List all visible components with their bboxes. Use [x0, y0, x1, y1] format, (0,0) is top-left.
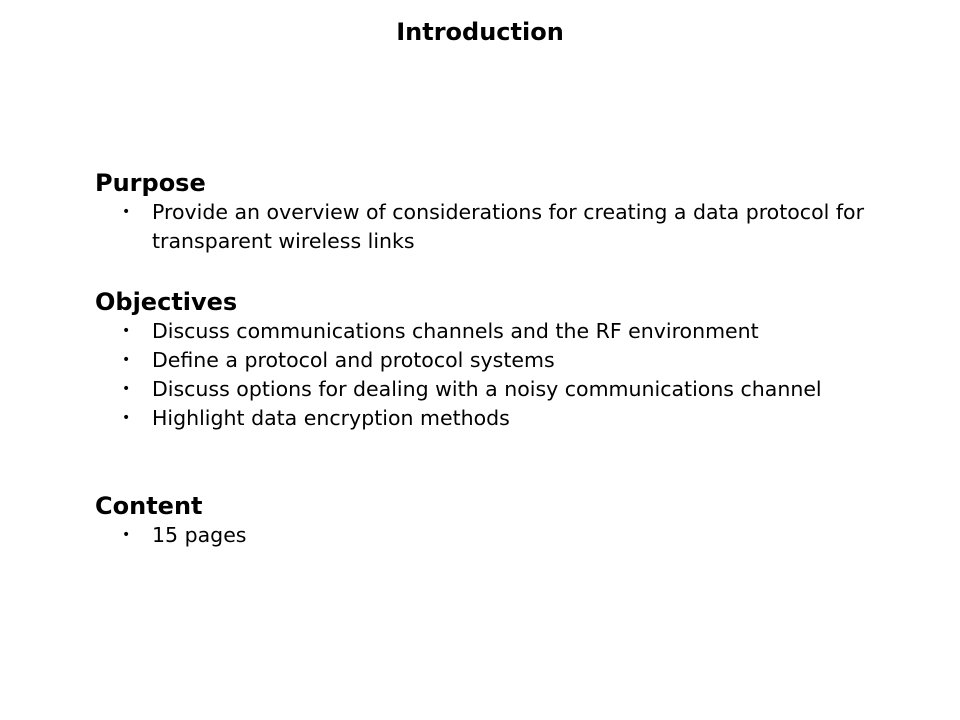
section-objectives: Objectives • Discuss communications chan…	[95, 287, 895, 433]
section-purpose: Purpose • Provide an overview of conside…	[95, 168, 895, 256]
list-item: • Discuss communications channels and th…	[95, 317, 895, 346]
list-item: • Discuss options for dealing with a noi…	[95, 375, 895, 404]
list-item-text: Discuss options for dealing with a noisy…	[152, 377, 822, 401]
bullet-icon: •	[122, 204, 131, 220]
list-item: • Provide an overview of considerations …	[95, 198, 895, 256]
list-item: • 15 pages	[95, 521, 895, 550]
section-heading: Objectives	[95, 288, 238, 316]
list-item-text: Define a protocol and protocol systems	[152, 348, 555, 372]
bullet-list: • Discuss communications channels and th…	[95, 317, 895, 433]
bullet-list: • 15 pages	[95, 521, 895, 550]
section-content: Content • 15 pages	[95, 491, 895, 550]
bullet-icon: •	[122, 323, 131, 339]
section-heading: Purpose	[95, 169, 206, 197]
page-title: Introduction	[396, 18, 564, 46]
list-item-text: Provide an overview of considerations fo…	[152, 200, 865, 253]
list-item: • Define a protocol and protocol systems	[95, 346, 895, 375]
list-item: • Highlight data encryption methods	[95, 404, 895, 433]
bullet-icon: •	[122, 527, 131, 543]
bullet-icon: •	[122, 381, 131, 397]
list-item-text: Highlight data encryption methods	[152, 406, 510, 430]
list-item-text: Discuss communications channels and the …	[152, 319, 759, 343]
list-item-text: 15 pages	[152, 523, 247, 547]
bullet-icon: •	[122, 352, 131, 368]
section-heading: Content	[95, 492, 203, 520]
bullet-icon: •	[122, 410, 131, 426]
bullet-list: • Provide an overview of considerations …	[95, 198, 895, 256]
